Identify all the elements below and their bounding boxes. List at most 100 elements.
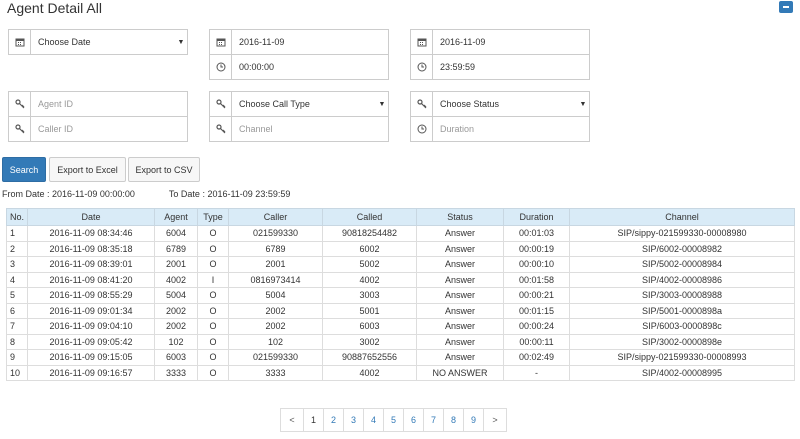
date-select-value: Choose Date — [38, 37, 91, 47]
table-cell: SIP/6002-00008982 — [569, 240, 795, 257]
table-cell: Answer — [416, 333, 504, 350]
page-3-button[interactable]: 3 — [343, 408, 364, 432]
table-cell: 2002 — [154, 318, 198, 335]
table-cell: SIP/3002-0000898e — [569, 333, 795, 350]
column-header[interactable]: Channel — [569, 208, 795, 226]
export-excel-button[interactable]: Export to Excel — [49, 157, 126, 182]
table-cell: 5004 — [228, 287, 323, 304]
table-cell: SIP/4002-00008995 — [569, 364, 795, 381]
table-cell: O — [197, 333, 229, 350]
page-1-button[interactable]: 1 — [303, 408, 324, 432]
calendar-icon — [411, 30, 433, 54]
table-cell: 10 — [6, 364, 28, 381]
table-cell: O — [197, 302, 229, 319]
column-header[interactable]: Status — [416, 208, 504, 226]
table-row: 4 2016-11-09 08:41:20 4002 I 0816973414 4002 A… — [6, 271, 795, 288]
table-row: 6 2016-11-09 09:01:34 2002 O 2002 5001 Answer 0… — [6, 302, 795, 319]
page-2-button[interactable]: 2 — [323, 408, 344, 432]
table-cell: SIP/3003-00008988 — [569, 287, 795, 304]
column-header[interactable]: Duration — [503, 208, 570, 226]
table-cell: 00:00:21 — [503, 287, 570, 304]
prev-page-button[interactable]: < — [280, 408, 304, 432]
caller-id-field[interactable]: Caller ID — [8, 116, 188, 142]
to-date-text: To Date : 2016-11-09 23:59:59 — [168, 189, 291, 199]
table-cell: SIP/4002-00008986 — [569, 271, 795, 288]
table-cell: 9 — [6, 349, 28, 366]
table-cell: O — [197, 287, 229, 304]
key-icon — [9, 92, 31, 116]
page-7-button[interactable]: 7 — [423, 408, 444, 432]
page-6-button[interactable]: 6 — [403, 408, 424, 432]
page-9-button[interactable]: 9 — [463, 408, 484, 432]
table-cell: Answer — [416, 287, 504, 304]
table-cell: O — [197, 240, 229, 257]
end-date-field[interactable]: 2016-11-09 — [410, 29, 590, 55]
status-value: Choose Status — [440, 99, 500, 109]
start-time-field[interactable]: 00:00:00 — [209, 54, 389, 80]
column-header[interactable]: No. — [6, 208, 28, 226]
search-button[interactable]: Search — [2, 157, 46, 182]
table-cell: 6 — [6, 302, 28, 319]
table-cell: O — [197, 318, 229, 335]
call-type-select[interactable]: Choose Call Type ▼ — [209, 91, 389, 117]
table-cell: 6002 — [322, 240, 417, 257]
table-cell: 4 — [6, 271, 28, 288]
table-cell: 7 — [6, 318, 28, 335]
table-cell: 6003 — [154, 349, 198, 366]
table-cell: 3333 — [228, 364, 323, 381]
table-cell: 00:01:15 — [503, 302, 570, 319]
table-cell: Answer — [416, 302, 504, 319]
table-cell: 6004 — [154, 225, 198, 242]
page-5-button[interactable]: 5 — [383, 408, 404, 432]
collapse-button[interactable] — [779, 1, 793, 13]
table-cell: 6003 — [322, 318, 417, 335]
column-header[interactable]: Type — [197, 208, 229, 226]
page-4-button[interactable]: 4 — [363, 408, 384, 432]
duration-field[interactable]: Duration — [410, 116, 590, 142]
next-page-button[interactable]: > — [483, 408, 507, 432]
status-select[interactable]: Choose Status ▼ — [410, 91, 590, 117]
start-time-value: 00:00:00 — [239, 62, 275, 72]
table-cell: I — [197, 271, 229, 288]
chevron-down-icon: ▼ — [579, 100, 587, 108]
end-time-value: 23:59:59 — [440, 62, 476, 72]
table-cell: 1 — [6, 225, 28, 242]
column-header[interactable]: Caller — [228, 208, 323, 226]
table-cell: - — [503, 364, 570, 381]
table-cell: 2002 — [154, 302, 198, 319]
calendar-icon — [9, 30, 31, 54]
table-cell: SIP/6003-0000898c — [569, 318, 795, 335]
column-header[interactable]: Date — [27, 208, 155, 226]
call-detail-table: No. Date Agent Type Caller Called Status… — [6, 208, 795, 381]
channel-field[interactable]: Channel — [209, 116, 389, 142]
caller-id-input: Caller ID — [38, 124, 74, 134]
table-cell: 90887652556 — [322, 349, 417, 366]
table-cell: Answer — [416, 225, 504, 242]
table-cell: 00:00:24 — [503, 318, 570, 335]
table-cell: O — [197, 225, 229, 242]
table-cell: Answer — [416, 256, 504, 273]
end-time-field[interactable]: 23:59:59 — [410, 54, 590, 80]
table-cell: 2016-11-09 08:35:18 — [27, 240, 155, 257]
end-date-value: 2016-11-09 — [440, 37, 486, 47]
table-cell: 6789 — [228, 240, 323, 257]
column-header[interactable]: Called — [322, 208, 417, 226]
start-date-field[interactable]: 2016-11-09 — [209, 29, 389, 55]
table-cell: 5004 — [154, 287, 198, 304]
table-cell: 2002 — [228, 302, 323, 319]
table-row: 10 2016-11-09 09:16:57 3333 O 3333 4002 NO ANS… — [6, 364, 795, 381]
table-cell: 90818254482 — [322, 225, 417, 242]
key-icon — [210, 117, 232, 141]
table-cell: 4002 — [154, 271, 198, 288]
date-select[interactable]: Choose Date ▼ — [8, 29, 188, 55]
table-cell: 5002 — [322, 256, 417, 273]
table-cell: 2001 — [228, 256, 323, 273]
call-type-value: Choose Call Type — [239, 99, 310, 109]
column-header[interactable]: Agent — [154, 208, 198, 226]
table-row: 7 2016-11-09 09:04:10 2002 O 2002 6003 Answer 0… — [6, 318, 795, 335]
page-8-button[interactable]: 8 — [443, 408, 464, 432]
table-cell: 6789 — [154, 240, 198, 257]
agent-id-field[interactable]: Agent ID — [8, 91, 188, 117]
table-row: 8 2016-11-09 09:05:42 102 O 102 3002 Answer 00:… — [6, 333, 795, 350]
export-csv-button[interactable]: Export to CSV — [128, 157, 200, 182]
